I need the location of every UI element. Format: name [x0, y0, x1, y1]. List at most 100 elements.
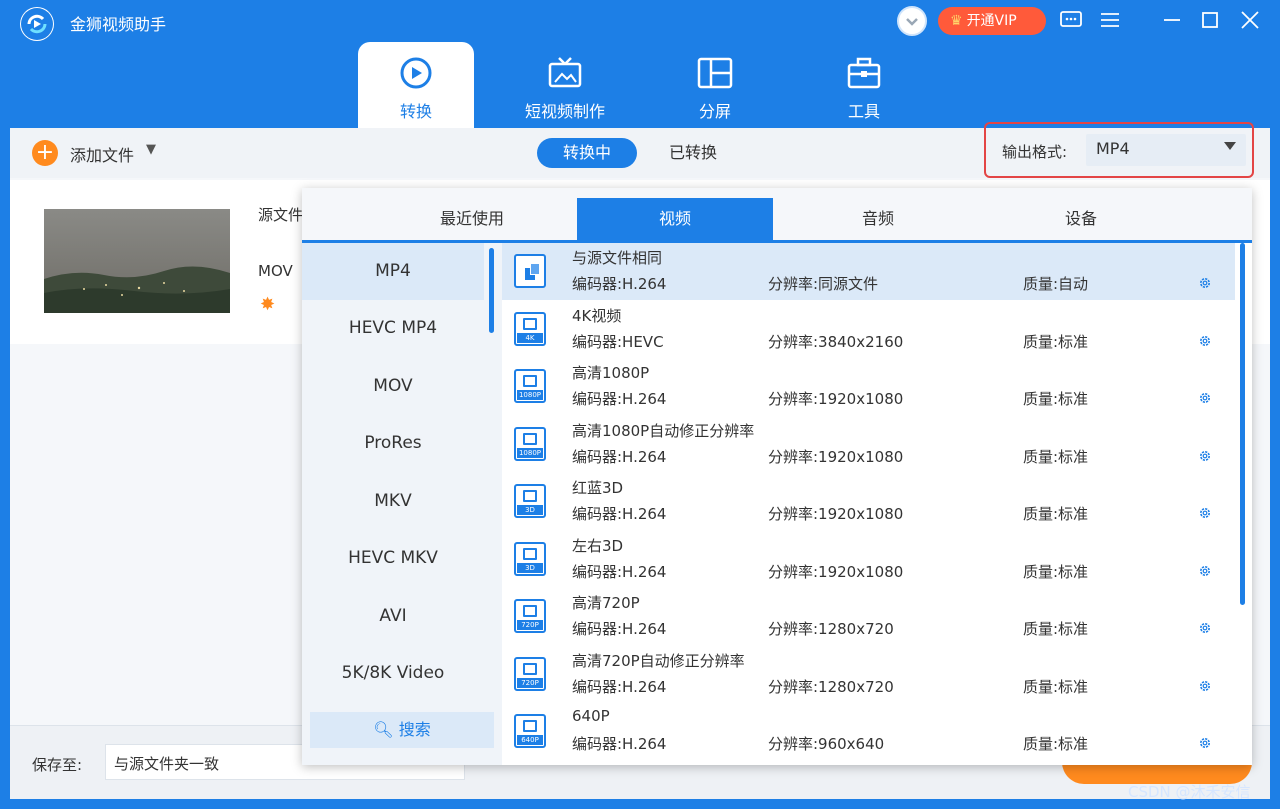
preset-encoder: 编码器:H.264	[572, 447, 667, 466]
video-preset-icon: 640P	[514, 714, 546, 748]
format-item[interactable]: ProRes	[302, 415, 484, 472]
gear-icon[interactable]	[1198, 391, 1212, 405]
save-to-value: 与源文件夹一致	[114, 755, 220, 773]
video-preset-icon: 3D	[514, 484, 546, 518]
preset-name: 红蓝3D	[572, 479, 624, 497]
same-as-source-icon	[514, 254, 546, 288]
preset-encoder: 编码器:H.264	[572, 390, 667, 408]
tab-recent[interactable]: 最近使用	[374, 198, 570, 240]
tab-audio[interactable]: 音频	[780, 198, 976, 240]
format-item[interactable]: MKV	[302, 473, 484, 530]
vip-label: 开通VIP	[966, 13, 1017, 29]
enhance-icon[interactable]: ✸	[260, 294, 275, 315]
preset-row[interactable]: 720P 高清720P 编码器:H.264 分辨率:1280x720 质量:标准	[502, 588, 1235, 645]
save-to-label: 保存至:	[32, 756, 83, 774]
format-dropdown-panel: 最近使用 视频 音频 设备 MP4 HEVC MP4 MOV ProRes MK…	[302, 188, 1252, 765]
gear-icon[interactable]	[1198, 564, 1212, 578]
app-logo-icon	[20, 7, 54, 41]
format-list: MP4 HEVC MP4 MOV ProRes MKV HEVC MKV AVI…	[302, 243, 502, 765]
video-preset-icon: 1080P	[514, 369, 546, 403]
output-format-select[interactable]: MP4	[1086, 134, 1246, 166]
preset-row[interactable]: 3D 左右3D 编码器:H.264 分辨率:1920x1080 质量:标准	[502, 531, 1235, 588]
app-title: 金狮视频助手	[70, 15, 167, 34]
gear-icon[interactable]	[1198, 621, 1212, 635]
preset-quality: 质量:标准	[1023, 562, 1089, 581]
preset-resolution: 分辨率:1920x1080	[768, 562, 904, 581]
format-item[interactable]: 5K/8K Video	[302, 645, 484, 702]
add-file-dropdown-icon[interactable]: ▼	[146, 142, 156, 157]
convert-icon	[400, 57, 432, 89]
preset-row[interactable]: 4K 4K视频 编码器:HEVC 分辨率:3840x2160 质量:标准	[502, 301, 1235, 358]
file-format-label: MOV	[258, 262, 293, 280]
search-button[interactable]: 🔍︎ 搜索	[310, 712, 494, 748]
close-icon[interactable]	[1237, 7, 1263, 33]
preset-list-scrollbar[interactable]	[1240, 243, 1245, 605]
preset-row[interactable]: 720P 高清720P自动修正分辨率 编码器:H.264 分辨率:1280x720 质量…	[502, 646, 1235, 703]
preset-name: 4K视频	[572, 306, 622, 325]
preset-list: 与源文件相同 编码器:H.264 分辨率:同源文件 质量:自动 4K 4K视频编码器:HE…	[502, 243, 1252, 765]
preset-name: 高清720P自动修正分辨率	[572, 651, 745, 670]
video-thumbnail[interactable]	[44, 209, 230, 313]
preset-name: 与源文件相同	[572, 249, 663, 267]
preset-quality: 质量:标准	[1023, 390, 1089, 408]
menu-icon[interactable]	[1097, 7, 1123, 33]
tab-label: 短视频制作	[524, 102, 605, 121]
gear-icon[interactable]	[1198, 334, 1212, 348]
preset-quality: 质量:标准	[1023, 735, 1089, 753]
tab-device[interactable]: 设备	[983, 198, 1179, 240]
crown-icon: ♛	[950, 13, 963, 29]
preset-quality: 质量:标准	[1023, 677, 1089, 696]
format-list-scrollbar[interactable]	[489, 248, 494, 333]
preset-name: 高清720P	[572, 594, 640, 612]
tab-label: 分屏	[698, 102, 731, 121]
maximize-icon[interactable]	[1197, 7, 1223, 33]
preset-quality: 质量:标准	[1023, 447, 1089, 466]
preset-name: 高清1080P	[572, 364, 650, 382]
preset-encoder: 编码器:H.264	[572, 275, 667, 293]
tab-video[interactable]: 视频	[577, 198, 773, 240]
add-file-icon[interactable]: +	[32, 140, 58, 166]
preset-row[interactable]: 1080P 高清1080P自动修正分辨率 编码器:H.264 分辨率:1920x108…	[502, 416, 1235, 473]
watermark: CSDN @沐禾安信	[1128, 783, 1251, 801]
preset-encoder: 编码器:HEVC	[572, 332, 664, 351]
format-item[interactable]: HEVC MKV	[302, 530, 484, 587]
gear-icon[interactable]	[1198, 276, 1212, 290]
output-format-value: MP4	[1096, 139, 1130, 158]
preset-quality: 质量:标准	[1023, 332, 1089, 351]
chevron-down-icon	[1224, 142, 1236, 150]
preset-row[interactable]: 640P 640P 编码器:H.264 分辨率:960x640 质量:标准	[502, 703, 1235, 760]
vip-button[interactable]: ♛ 开通VIP	[938, 7, 1046, 35]
format-item[interactable]: AVI	[302, 588, 484, 645]
video-preset-icon: 4K	[514, 311, 546, 346]
preset-row[interactable]: 3D 红蓝3D 编码器:H.264 分辨率:1920x1080 质量:标准	[502, 473, 1235, 530]
preset-quality: 质量:标准	[1023, 505, 1089, 523]
user-avatar[interactable]	[897, 6, 927, 36]
preset-row[interactable]: 1080P 高清1080P 编码器:H.264 分辨率:1920x1080 质量:标准	[502, 358, 1235, 415]
video-preset-icon: 3D	[514, 541, 546, 576]
gear-icon[interactable]	[1198, 736, 1212, 750]
add-file-button[interactable]: 添加文件	[70, 142, 134, 166]
gear-icon[interactable]	[1198, 679, 1212, 693]
format-item[interactable]: MP4	[302, 243, 484, 300]
tv-icon	[548, 57, 582, 88]
preset-encoder: 编码器:H.264	[572, 735, 667, 753]
tab-convert[interactable]: 转换	[358, 42, 474, 128]
tab-short-video[interactable]: 短视频制作	[507, 42, 623, 128]
tab-split-screen[interactable]: 分屏	[657, 42, 773, 128]
preset-resolution: 分辨率:960x640	[768, 735, 885, 753]
search-label: 搜索	[398, 720, 431, 739]
tab-tools[interactable]: 工具	[806, 42, 922, 128]
tab-label: 工具	[847, 102, 880, 121]
format-item[interactable]: MOV	[302, 358, 484, 415]
converted-tab[interactable]: 已转换	[650, 138, 736, 168]
video-preset-icon: 720P	[514, 599, 546, 633]
message-icon[interactable]	[1058, 7, 1084, 33]
format-item[interactable]: HEVC MP4	[302, 300, 484, 357]
preset-resolution: 分辨率:1920x1080	[768, 447, 904, 466]
converting-tab[interactable]: 转换中	[537, 138, 637, 168]
gear-icon[interactable]	[1198, 449, 1212, 463]
preset-name: 640P	[572, 707, 610, 725]
gear-icon[interactable]	[1198, 506, 1212, 520]
minimize-icon[interactable]	[1159, 7, 1185, 33]
preset-row[interactable]: 与源文件相同 编码器:H.264 分辨率:同源文件 质量:自动	[502, 243, 1235, 300]
